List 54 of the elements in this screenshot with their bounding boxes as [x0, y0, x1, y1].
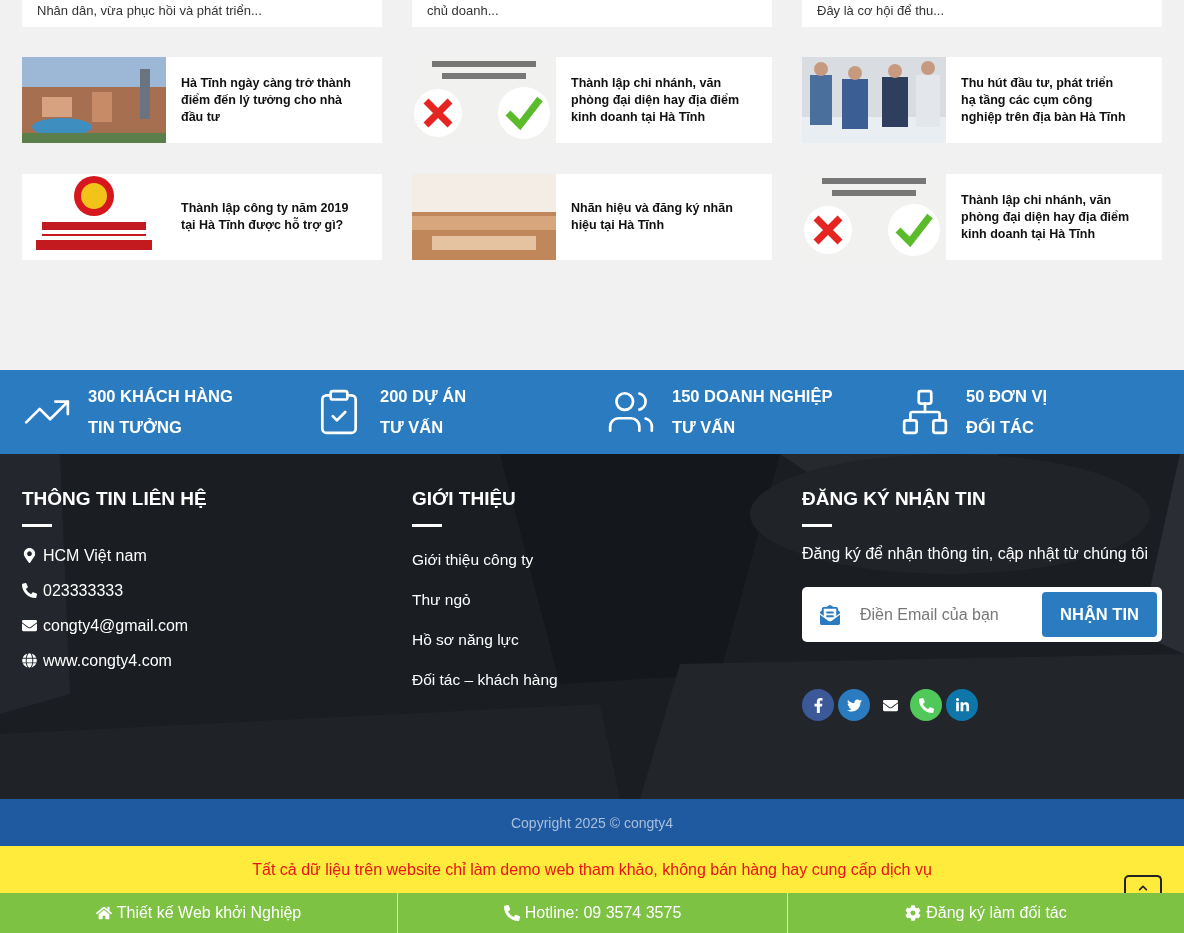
post-title: Thu hút đầu tư, phát triển hạ tầng các cụm công nghiệp trên địa bàn Hà Tĩnh: [961, 74, 1127, 126]
post-title: Thành lập công ty năm 2019 tại Hà Tĩnh được hỗ trợ gì?: [181, 200, 350, 234]
globe-icon: [22, 653, 37, 668]
copyright-text: Copyright 2025 © congty4: [510, 814, 674, 831]
envelope-icon: [22, 618, 37, 633]
post-excerpt: Nhân dân, vừa phục hồi và phát triển...: [37, 3, 262, 18]
network-icon: [900, 387, 950, 437]
post-card[interactable]: chủ doanh...: [412, 0, 772, 27]
footer-heading: GIỚI THIỆU: [412, 488, 517, 510]
footer-link[interactable]: Đối tác – khách hàng: [412, 671, 772, 692]
newsletter-text: Đăng ký để nhận thông tin, cập nhật từ chúng tôi: [802, 545, 1150, 563]
contact-info: HCM Việt nam: [22, 545, 382, 566]
stat-value: 50 ĐƠN VỊ: [966, 387, 1048, 406]
post-card[interactable]: Đây là cơ hội để thu...: [802, 0, 1162, 27]
footer-link[interactable]: Thư ngỏ: [412, 591, 772, 612]
stat-label: ĐỐI TÁC: [966, 418, 1035, 437]
post-excerpt: chủ doanh...: [427, 3, 499, 18]
post-title: Hà Tĩnh ngày càng trở thành điểm đến lý tưởng cho nhà đầu tư: [181, 74, 351, 126]
envelope-icon: [882, 697, 898, 713]
post-card[interactable]: Thành lập chi nhánh, văn phòng đại diện hay địa điểm kinh doanh tại Hà Tĩnh: [412, 57, 772, 143]
post-card[interactable]: Thu hút đầu tư, phát triển hạ tầng các cụm công nghiệp trên địa bàn Hà Tĩnh: [802, 57, 1162, 143]
post-excerpt: Đây là cơ hội để thu...: [817, 3, 945, 18]
phone-icon: [503, 905, 520, 921]
settings-icon: [905, 905, 922, 921]
footer-heading: ĐĂNG KÝ NHẬN TIN: [802, 488, 987, 510]
post-title: Thành lập chi nhánh, văn phòng đại diện hay địa điểm kinh doanh tại Hà Tĩnh: [961, 191, 1131, 243]
footer-heading: THÔNG TIN LIÊN HỆ: [22, 488, 208, 510]
post-card[interactable]: Hà Tĩnh ngày càng trở thành điểm đến lý tưởng cho nhà đầu tư: [22, 57, 382, 143]
stat-label: TƯ VẤN: [380, 418, 445, 437]
stat-value: 300 KHÁCH HÀNG: [88, 387, 233, 406]
post-card[interactable]: Thành lập chi nhánh, văn phòng đại diện hay địa điểm kinh doanh tại Hà Tĩnh: [802, 174, 1162, 260]
linkedin-icon: [954, 697, 970, 713]
phone-icon: [918, 697, 934, 713]
notice-text: Tất cả dữ liệu trên website chỉ làm demo web tham khảo, không bán hàng hay cung cấp dịch vụ: [252, 860, 932, 879]
home-icon: [95, 905, 112, 921]
stat-label: TIN TƯỞNG: [88, 418, 183, 437]
contact-info: 023333333: [22, 580, 382, 601]
post-title: Thành lập chi nhánh, văn phòng đại diện hay địa điểm kinh doanh tại Hà Tĩnh: [571, 74, 741, 126]
contact-info: www.congty4.com: [22, 650, 382, 671]
location-pin-icon: [22, 548, 37, 563]
subscribe-button[interactable]: NHẬN TIN: [1042, 592, 1157, 637]
chevron-up-icon: [1138, 883, 1148, 893]
contact-info: congty4@gmail.com: [22, 615, 382, 636]
post-title: Nhãn hiệu và đăng ký nhãn hiệu tại Hà Tĩnh: [571, 200, 734, 234]
stat-value: 150 DOANH NGHIỆP: [672, 387, 833, 406]
post-card[interactable]: Nhãn hiệu và đăng ký nhãn hiệu tại Hà Tĩnh: [412, 174, 772, 260]
phone-icon: [22, 583, 37, 598]
twitter-icon: [846, 697, 862, 713]
stat-label: TƯ VẤN: [672, 418, 737, 437]
post-card[interactable]: Nhân dân, vừa phục hồi và phát triển...: [22, 0, 382, 27]
footer-link[interactable]: Giới thiệu công ty: [412, 551, 772, 572]
envelope-icon: [820, 604, 840, 625]
footer-link[interactable]: Hồ sơ năng lực: [412, 631, 772, 652]
stat-value: 200 DỰ ÁN: [380, 387, 467, 406]
